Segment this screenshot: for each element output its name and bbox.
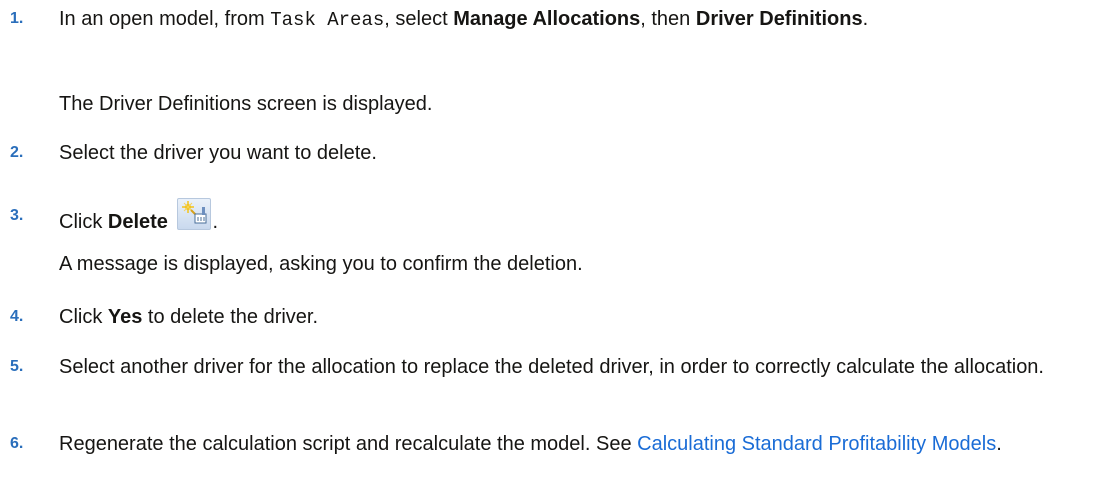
step-result: The Driver Definitions screen is display… [59,93,433,115]
link-calculating-standard-profitability-models[interactable]: Calculating Standard Profitability Model… [637,433,996,455]
step-text-part: , then [640,8,696,30]
step-number: 2. [10,144,24,161]
step-number: 1. [10,10,24,27]
step-number: 4. [10,308,24,325]
step-text-part: In an open model, from [59,8,271,30]
step-text: Click Yes to delete the driver. [59,303,1089,331]
step-text: Select the driver you want to delete. [59,142,377,164]
ui-term-driver-definitions: Driver Definitions [695,8,863,30]
step-text-part: . [862,8,869,30]
step-text-part: Click [59,306,108,328]
step-text: Click Delete . [59,198,1089,236]
step-text-part: Regenerate the calculation script and re… [59,433,638,455]
ui-term-delete: Delete [107,211,168,233]
step-text: Select another driver for the allocation… [59,356,1044,378]
step-number: 5. [10,358,24,375]
step-text-part: to delete the driver. [142,306,319,328]
step-number: 6. [10,435,24,452]
ui-term-yes: Yes [107,306,143,328]
step-text: In an open model, from Task Areas, selec… [59,5,1089,34]
code-task-areas: Task Areas [270,9,385,31]
ui-term-manage-allocations: Manage Allocations [453,8,641,30]
step-result: A message is displayed, asking you to co… [59,253,583,275]
step-text-part: Click [59,211,108,233]
step-text: Regenerate the calculation script and re… [59,430,1089,458]
step-text-part: , select [384,8,454,30]
step-text-part: . [212,211,219,233]
step-number: 3. [10,207,24,224]
step-text-part: . [996,433,1002,455]
delete-driver-icon [177,198,212,230]
